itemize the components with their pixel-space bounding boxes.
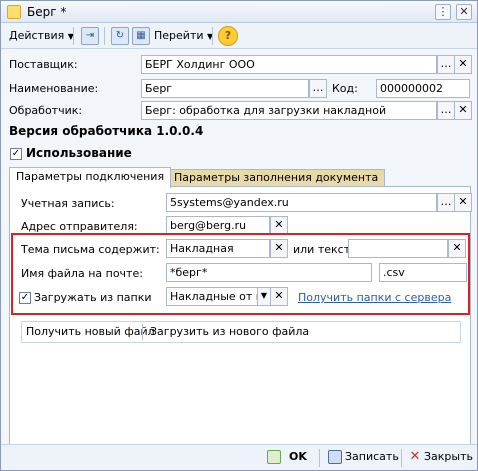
code-field[interactable]: 000000002 [376, 79, 470, 98]
save-icon [328, 450, 342, 464]
load-folder-label: Загружать из папки [34, 291, 152, 304]
form-icon [7, 5, 21, 19]
handler-label: Обработчик: [9, 104, 83, 117]
form-window: Берг * ⋮ ✕ Действия ▼ ⇥ ↻ ▦ Перейти ▼ ? … [0, 0, 478, 471]
subject-field[interactable]: Накладная [166, 239, 270, 258]
filename-field[interactable]: *берг* [166, 263, 372, 282]
toolbar-separator [104, 27, 105, 45]
ok-button[interactable]: OK [289, 450, 307, 463]
load-new-file-button[interactable]: Загрузить из нового файла [150, 325, 309, 338]
actions-menu[interactable]: Действия ▼ [9, 27, 74, 45]
sender-label: Адрес отправителя: [21, 220, 138, 233]
actions-separator [142, 324, 143, 340]
folder-clear-icon[interactable]: ✕ [270, 287, 288, 306]
usage-label: Использование [26, 146, 132, 160]
toolbar: Действия ▼ ⇥ ↻ ▦ Перейти ▼ ? [1, 23, 477, 49]
subject-clear-icon[interactable]: ✕ [270, 239, 288, 258]
structure-icon[interactable]: ▦ [132, 27, 150, 45]
supplier-label: Поставщик: [9, 58, 78, 71]
goto-menu[interactable]: Перейти ▼ [154, 27, 213, 45]
name-field[interactable]: Берг [141, 79, 309, 98]
or-text-label: или текст: [293, 243, 354, 256]
code-label: Код: [332, 82, 358, 95]
account-clear-icon[interactable]: ✕ [454, 193, 472, 212]
subject-label: Тема письма содержит: [21, 243, 160, 256]
folder-field[interactable]: Накладные от по [166, 287, 258, 306]
toolbar-separator [73, 27, 74, 45]
title-bar: Берг * ⋮ ✕ [1, 1, 477, 23]
load-folder-checkbox[interactable]: ✓ [19, 292, 31, 304]
account-label: Учетная запись: [21, 197, 115, 210]
goto-label: Перейти [154, 29, 204, 42]
account-field[interactable]: 5systems@yandex.ru [166, 193, 437, 212]
tab-connection-params[interactable]: Параметры подключения [9, 167, 172, 188]
folder-dropdown-icon[interactable]: ▼ [257, 287, 271, 306]
handler-field[interactable]: Берг: обработка для загрузки накладной [141, 101, 437, 120]
handler-clear-icon[interactable]: ✕ [454, 101, 472, 120]
handler-select-button[interactable]: … [437, 101, 455, 120]
or-text-clear-icon[interactable]: ✕ [448, 239, 466, 258]
supplier-select-button[interactable]: … [437, 55, 455, 74]
form-footer: OK Записать ✕ Закрыть [1, 444, 477, 470]
get-folders-link[interactable]: Получить папки с сервера [298, 291, 451, 304]
usage-checkbox[interactable]: ✓ [10, 148, 22, 160]
or-text-field[interactable] [348, 239, 448, 258]
window-title: Берг * [27, 5, 67, 19]
save-button[interactable]: Записать [345, 450, 399, 463]
close-icon[interactable]: ✕ [456, 4, 472, 20]
footer-separator [401, 449, 402, 467]
extension-field[interactable]: .csv [379, 263, 467, 282]
version-heading: Версия обработчика 1.0.0.4 [9, 124, 204, 138]
refresh-icon[interactable]: ↻ [111, 27, 129, 45]
post-document-icon[interactable]: ⇥ [81, 27, 99, 45]
toolbar-separator [212, 27, 213, 45]
get-new-file-button[interactable]: Получить новый файл [26, 325, 155, 338]
name-label: Наименование: [9, 82, 99, 95]
actions-label: Действия [9, 29, 65, 42]
name-select-button[interactable]: … [309, 79, 327, 98]
account-select-button[interactable]: … [437, 193, 455, 212]
tab-fill-params[interactable]: Параметры заполнения документа [167, 169, 386, 187]
close-form-icon: ✕ [409, 449, 421, 464]
supplier-clear-icon[interactable]: ✕ [454, 55, 472, 74]
supplier-field[interactable]: БЕРГ Холдинг ООО [141, 55, 437, 74]
footer-separator [319, 449, 320, 467]
filename-label: Имя файла на почте: [21, 267, 143, 280]
more-options-icon[interactable]: ⋮ [435, 4, 451, 20]
help-icon[interactable]: ? [218, 26, 238, 46]
close-button[interactable]: Закрыть [424, 450, 473, 463]
ok-check-icon [267, 450, 281, 464]
file-actions-bar: Получить новый файл Загрузить из нового … [21, 321, 461, 343]
